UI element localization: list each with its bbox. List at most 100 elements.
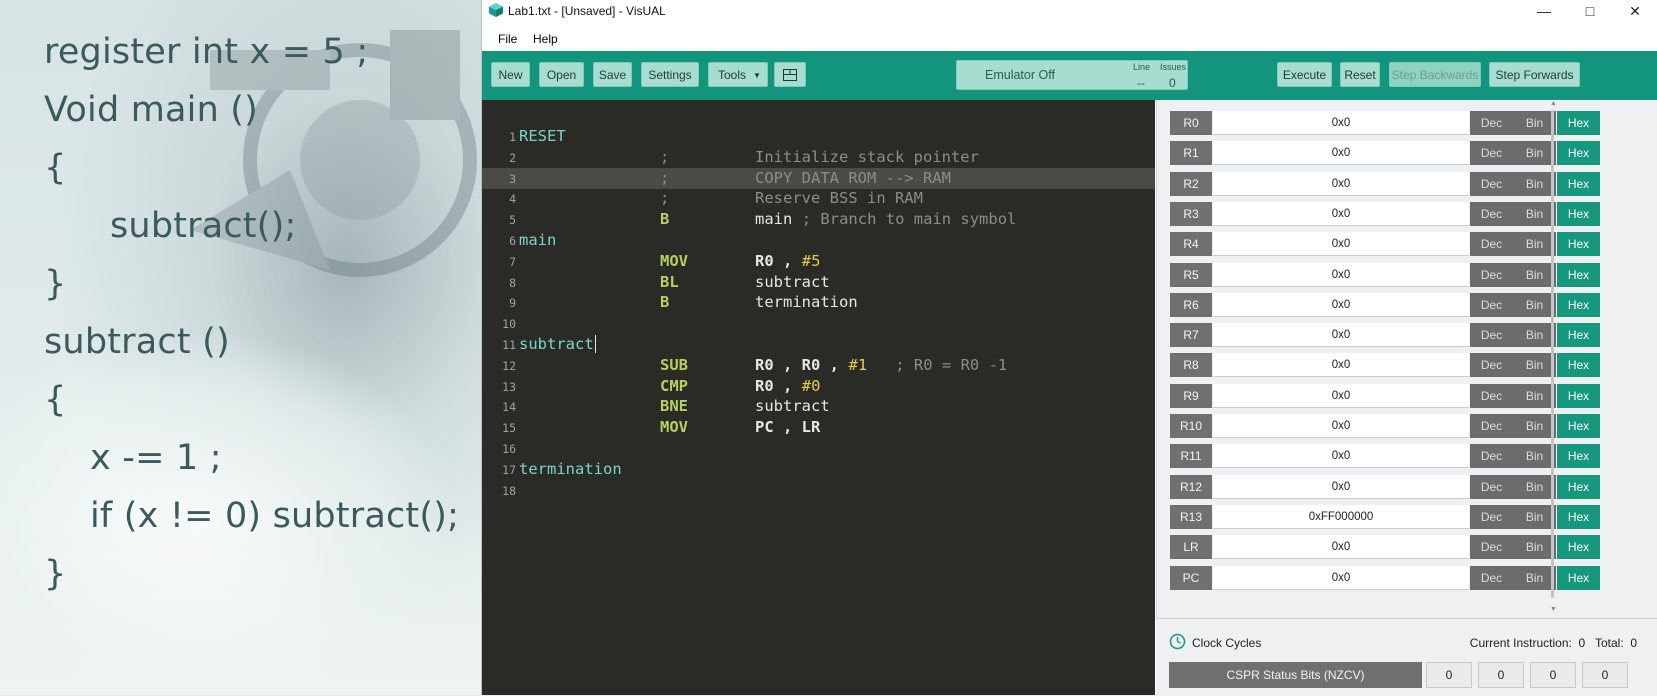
hex-button[interactable]: Hex bbox=[1557, 565, 1600, 590]
tools-dropdown[interactable]: Tools ▼ bbox=[708, 62, 768, 87]
register-value[interactable]: 0x0 bbox=[1213, 383, 1469, 408]
register-value[interactable]: 0xFF000000 bbox=[1213, 504, 1469, 529]
hex-button[interactable]: Hex bbox=[1557, 383, 1600, 408]
menu-help[interactable]: Help bbox=[533, 32, 558, 46]
hex-button[interactable]: Hex bbox=[1557, 474, 1600, 499]
dec-button[interactable]: Dec bbox=[1470, 111, 1513, 135]
hex-button[interactable]: Hex bbox=[1557, 141, 1600, 166]
menu-file[interactable]: File bbox=[498, 32, 517, 46]
register-value[interactable]: 0x0 bbox=[1213, 474, 1469, 499]
code-opcode: MOV bbox=[660, 251, 688, 270]
slide-line: subtract(); bbox=[110, 206, 297, 246]
window-title: Lab1.txt - [Unsaved] - VisUAL bbox=[508, 4, 666, 18]
register-value[interactable]: 0x0 bbox=[1213, 232, 1469, 257]
code-line[interactable]: 18 bbox=[482, 480, 1155, 501]
line-number: 9 bbox=[509, 296, 516, 311]
issues-value: 0 bbox=[1169, 76, 1176, 90]
minimize-button[interactable]: — bbox=[1521, 0, 1567, 22]
new-button[interactable]: New bbox=[491, 62, 530, 87]
code-line[interactable]: 2; Initialize stack pointer bbox=[482, 147, 1155, 168]
dec-button[interactable]: Dec bbox=[1470, 141, 1513, 166]
code-line[interactable]: 1 RESET bbox=[482, 126, 1155, 147]
register-value[interactable]: 0x0 bbox=[1213, 323, 1469, 348]
register-name: R12 bbox=[1170, 474, 1212, 499]
hex-button[interactable]: Hex bbox=[1557, 171, 1600, 196]
code-line[interactable]: 6 main bbox=[482, 230, 1155, 251]
register-value[interactable]: 0x0 bbox=[1213, 111, 1469, 135]
register-name: R4 bbox=[1170, 232, 1212, 257]
hex-button[interactable]: Hex bbox=[1557, 292, 1600, 317]
dec-button[interactable]: Dec bbox=[1470, 504, 1513, 529]
hex-button[interactable]: Hex bbox=[1557, 444, 1600, 469]
dec-button[interactable]: Dec bbox=[1470, 535, 1513, 560]
register-value[interactable]: 0x0 bbox=[1213, 414, 1469, 438]
step-backwards-button[interactable]: Step Backwards bbox=[1389, 62, 1481, 87]
code-line[interactable]: 5 Bmain ; Branch to main symbol bbox=[482, 209, 1155, 230]
register-value[interactable]: 0x0 bbox=[1213, 565, 1469, 590]
register-value[interactable]: 0x0 bbox=[1213, 141, 1469, 166]
step-forwards-button[interactable]: Step Forwards bbox=[1489, 62, 1580, 87]
dec-button[interactable]: Dec bbox=[1470, 474, 1513, 499]
register-value[interactable]: 0x0 bbox=[1213, 171, 1469, 196]
code-line[interactable]: 17 termination bbox=[482, 459, 1155, 480]
register-value[interactable]: 0x0 bbox=[1213, 262, 1469, 287]
code-line[interactable]: 7 MOV R0 , #5 bbox=[482, 251, 1155, 272]
save-button[interactable]: Save bbox=[593, 62, 632, 87]
hex-button[interactable]: Hex bbox=[1557, 232, 1600, 257]
dec-button[interactable]: Dec bbox=[1470, 292, 1513, 317]
view-toggle-button[interactable] bbox=[774, 62, 806, 87]
hex-button[interactable]: Hex bbox=[1557, 323, 1600, 348]
maximize-button[interactable]: □ bbox=[1567, 0, 1613, 22]
dec-button[interactable]: Dec bbox=[1470, 232, 1513, 257]
settings-button[interactable]: Settings bbox=[641, 62, 699, 87]
register-value[interactable]: 0x0 bbox=[1213, 535, 1469, 560]
dec-button[interactable]: Dec bbox=[1470, 565, 1513, 590]
line-number: 14 bbox=[502, 400, 516, 415]
execute-button[interactable]: Execute bbox=[1277, 62, 1332, 87]
line-number: 2 bbox=[509, 150, 516, 165]
code-line[interactable]: 3; COPY DATA ROM --> RAM bbox=[482, 167, 1155, 189]
code-opcode: MOV bbox=[660, 418, 688, 437]
hex-button[interactable]: Hex bbox=[1557, 504, 1600, 529]
code-line[interactable]: 10 bbox=[482, 313, 1155, 334]
code-line[interactable]: 16 bbox=[482, 438, 1155, 459]
dec-button[interactable]: Dec bbox=[1470, 383, 1513, 408]
hex-button[interactable]: Hex bbox=[1557, 353, 1600, 378]
dec-button[interactable]: Dec bbox=[1470, 353, 1513, 378]
line-number: 7 bbox=[509, 254, 516, 269]
code-opcode: ; bbox=[660, 168, 670, 187]
line-number: 18 bbox=[502, 483, 516, 498]
code-line[interactable]: 11 subtract bbox=[482, 334, 1155, 355]
hex-button[interactable]: Hex bbox=[1557, 262, 1600, 287]
code-line[interactable]: 12 SUB R0 , R0 , #1 ; R0 = R0 -1 bbox=[482, 355, 1155, 376]
code-editor[interactable]: 1 RESET 2; Initialize stack pointer 3; COPY D… bbox=[482, 100, 1155, 695]
dec-button[interactable]: Dec bbox=[1470, 444, 1513, 469]
code-line[interactable]: 4; Reserve BSS in RAM bbox=[482, 188, 1155, 209]
register-value[interactable]: 0x0 bbox=[1213, 444, 1469, 469]
close-button[interactable]: ✕ bbox=[1612, 0, 1657, 22]
dec-button[interactable]: Dec bbox=[1470, 414, 1513, 438]
register-value[interactable]: 0x0 bbox=[1213, 353, 1469, 378]
dec-button[interactable]: Dec bbox=[1470, 201, 1513, 226]
code-line[interactable]: 13 CMP R0 , #0 bbox=[482, 376, 1155, 397]
dec-button[interactable]: Dec bbox=[1470, 323, 1513, 348]
line-label: Line bbox=[1133, 62, 1151, 72]
code-line[interactable]: 15 MOV PC , LR bbox=[482, 417, 1155, 438]
hex-button[interactable]: Hex bbox=[1557, 201, 1600, 226]
slide-line: subtract () bbox=[44, 322, 230, 362]
register-scrollbar[interactable]: ▲ ▼ bbox=[1548, 100, 1557, 618]
open-button[interactable]: Open bbox=[539, 62, 584, 87]
hex-button[interactable]: Hex bbox=[1557, 535, 1600, 560]
code-operand: Reserve BSS in RAM bbox=[755, 189, 923, 208]
dec-button[interactable]: Dec bbox=[1470, 262, 1513, 287]
hex-button[interactable]: Hex bbox=[1557, 414, 1600, 438]
code-line[interactable]: 9 Btermination bbox=[482, 292, 1155, 313]
dec-button[interactable]: Dec bbox=[1470, 171, 1513, 196]
register-row-r0: R0 0x0 Dec Bin Hex bbox=[1170, 111, 1600, 135]
reset-button[interactable]: Reset bbox=[1340, 62, 1380, 87]
hex-button[interactable]: Hex bbox=[1557, 111, 1600, 135]
code-line[interactable]: 8 BL subtract bbox=[482, 272, 1155, 293]
code-line[interactable]: 14 BNE subtract bbox=[482, 396, 1155, 417]
register-value[interactable]: 0x0 bbox=[1213, 201, 1469, 226]
register-value[interactable]: 0x0 bbox=[1213, 292, 1469, 317]
